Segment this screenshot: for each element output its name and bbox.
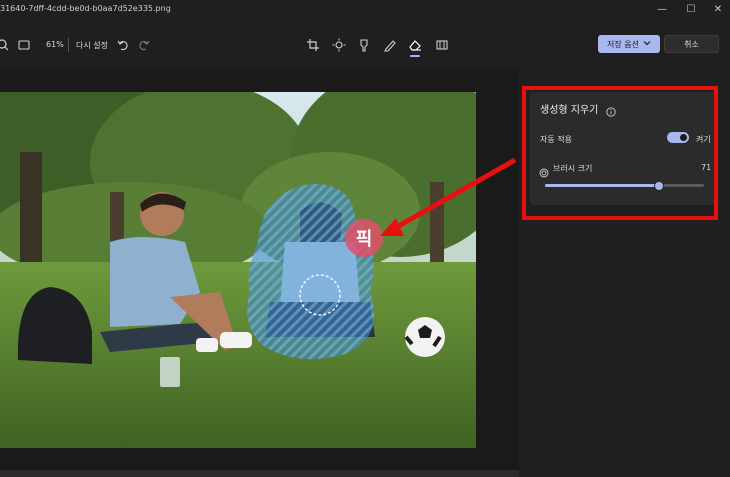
draw-icon[interactable]: [383, 37, 397, 52]
maximize-button[interactable]: ☐: [682, 3, 700, 17]
minimize-button[interactable]: —: [653, 3, 671, 17]
window-title: 31640-7dff-4cdd-be0d-b0aa7d52e335.png: [0, 4, 171, 13]
zoom-level[interactable]: 61%: [46, 40, 64, 49]
erase-icon[interactable]: [408, 37, 422, 51]
zoom-out-icon[interactable]: [0, 37, 10, 51]
save-options-label: 저장 옵션: [607, 39, 639, 49]
fit-screen-icon[interactable]: [17, 37, 31, 51]
reset-button[interactable]: 다시 설정: [76, 40, 108, 51]
save-options-button[interactable]: 저장 옵션: [598, 35, 660, 53]
cancel-button[interactable]: 취소: [664, 35, 719, 53]
close-button[interactable]: ✕: [709, 3, 727, 17]
active-tool-indicator: [410, 55, 420, 57]
chevron-down-icon: [643, 39, 651, 49]
edited-photo[interactable]: 픽: [0, 92, 476, 448]
redo-icon[interactable]: [137, 37, 151, 51]
watermark-badge: 픽: [356, 229, 373, 250]
markup-icon[interactable]: [357, 37, 371, 52]
crop-icon[interactable]: [306, 37, 320, 51]
background-icon[interactable]: [435, 37, 449, 51]
undo-icon[interactable]: [116, 37, 130, 51]
toolbar: 61% 다시 설정 저장 옵션 취소: [0, 22, 730, 68]
title-bar: 31640-7dff-4cdd-be0d-b0aa7d52e335.png — …: [0, 0, 730, 22]
canvas-scrollbar[interactable]: [0, 470, 519, 477]
highlight-box: [522, 86, 718, 220]
toolbar-divider: [68, 38, 69, 52]
adjust-icon[interactable]: [332, 37, 346, 52]
